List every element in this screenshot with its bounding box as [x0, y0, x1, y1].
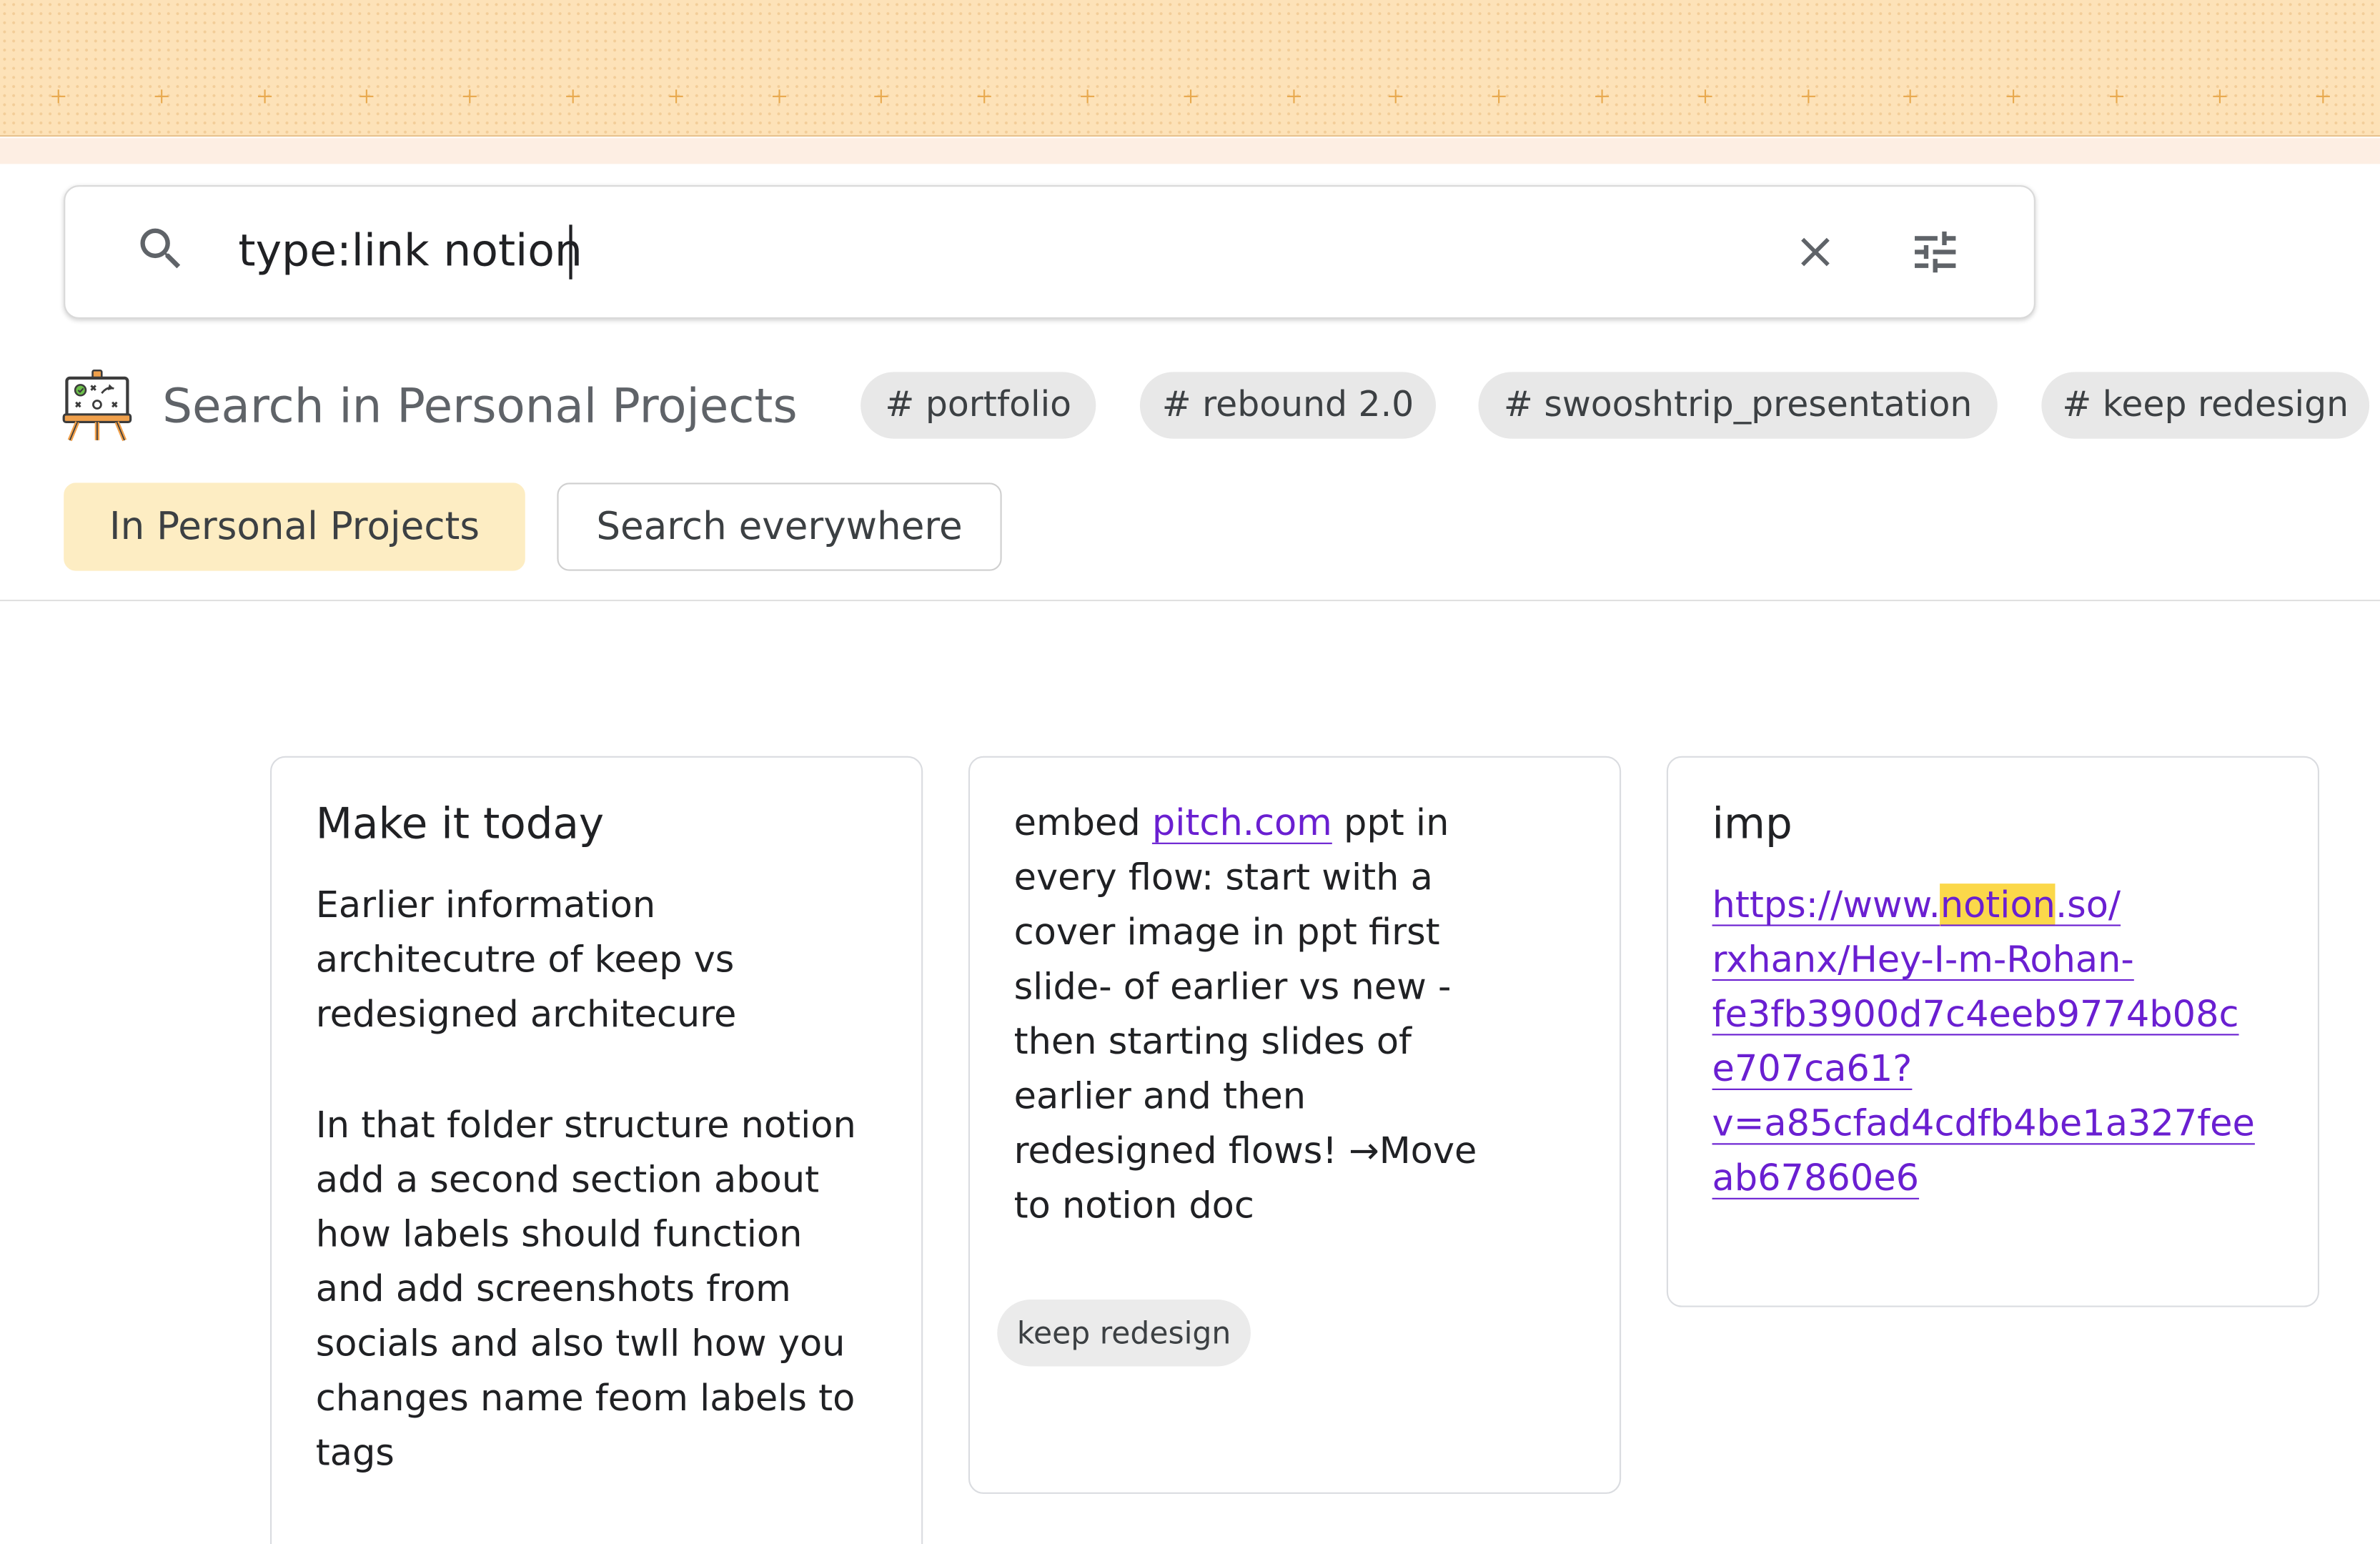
note-line: and add screenshots from: [315, 1267, 791, 1310]
banner-pattern-mark: [2212, 89, 2227, 104]
banner-pattern-mark: [1286, 89, 1301, 104]
note-line: then starting slides of: [1013, 1020, 1412, 1063]
note-blank-line: [316, 1041, 856, 1098]
section-divider: [0, 599, 2380, 602]
note-line: to notion doc: [1013, 1184, 1254, 1227]
search-everywhere-button[interactable]: Search everywhere: [557, 482, 1002, 571]
close-icon[interactable]: [1791, 228, 1840, 277]
banner-pattern-mark: [2109, 89, 2124, 104]
note-line: slide- of earlier vs new -: [1013, 965, 1452, 1009]
banner-pattern-mark: [1389, 89, 1404, 104]
in-personal-projects-button[interactable]: In Personal Projects: [64, 482, 525, 571]
note-line: earlier and then: [1013, 1074, 1306, 1118]
note-line: redesigned architecure: [315, 993, 737, 1036]
tag-chip-rebound[interactable]: # rebound 2.0: [1139, 372, 1437, 439]
note-line: tags: [315, 1431, 395, 1475]
url-line[interactable]: fe3fb3900d7c4eeb9774b08c: [1712, 987, 2255, 1041]
search-input[interactable]: type:link notion: [238, 217, 582, 284]
note-link-body[interactable]: https://www.notion.so/ rxhanx/Hey-I-m-Ro…: [1712, 878, 2255, 1206]
note-line: how labels should function: [315, 1212, 803, 1256]
banner-pattern-mark: [463, 89, 477, 104]
banner-pattern-mark: [2315, 89, 2330, 104]
pitch-link[interactable]: pitch.com: [1152, 801, 1332, 843]
banner-pattern-mark: [566, 89, 580, 104]
banner-pattern-mark: [1697, 89, 1712, 104]
banner-pattern-mark: [1492, 89, 1507, 104]
banner-pattern-mark: [154, 89, 169, 104]
note-text: embed: [1013, 801, 1152, 844]
banner-pattern-mark: [1800, 89, 1815, 104]
search-match-highlight: notion: [1940, 884, 2056, 926]
note-line: embed pitch.com ppt in: [1014, 796, 1477, 850]
tag-chip-portfolio[interactable]: # portfolio: [861, 372, 1096, 439]
note-line: Earlier information: [315, 884, 656, 926]
banner-pattern-mark: [1081, 89, 1095, 104]
note-line: cover image in ppt first: [1013, 911, 1440, 954]
banner-pattern-mark: [2006, 89, 2021, 104]
banner-pattern-mark: [360, 89, 375, 104]
url-line[interactable]: https://www.notion.so/: [1712, 878, 2255, 932]
note-title: imp: [1712, 798, 1793, 849]
tag-chip-swooshtrip[interactable]: # swooshtrip_presentation: [1478, 372, 1998, 439]
whiteboard-icon: [62, 369, 132, 442]
note-label-chip[interactable]: keep redesign: [997, 1300, 1251, 1367]
note-line: socials and also twll how you: [315, 1322, 846, 1365]
tune-icon[interactable]: [1906, 224, 1964, 279]
note-line: add a second section about: [315, 1158, 820, 1202]
url-line[interactable]: e707ca61?: [1712, 1041, 2255, 1096]
note-body: embed pitch.com ppt in every flow: start…: [1014, 796, 1477, 1233]
note-line: changes name feom labels to: [315, 1377, 856, 1420]
banner-pattern-mark: [51, 89, 66, 104]
banner-pattern-mark: [1595, 89, 1610, 104]
note-line: every flow: start with a: [1013, 856, 1433, 899]
banner-pattern-mark: [875, 89, 889, 104]
url-line[interactable]: rxhanx/Hey-I-m-Rohan-: [1712, 932, 2255, 986]
banner-pattern-mark: [1184, 89, 1198, 104]
search-icon[interactable]: [134, 222, 188, 276]
note-text: ppt in: [1332, 801, 1449, 844]
note-title: Make it today: [315, 798, 605, 849]
banner-pattern-mark: [669, 89, 683, 104]
banner-pattern-mark: [978, 89, 992, 104]
banner-divider: [0, 138, 2380, 164]
text-caret: [569, 224, 572, 279]
note-line: architecutre of keep vs: [315, 938, 735, 981]
banner-pattern-mark: [257, 89, 272, 104]
banner-pattern-mark: [1903, 89, 1918, 104]
header-banner: [0, 0, 2380, 137]
url-text: https://www.: [1712, 884, 1940, 926]
note-line: In that folder structure notion: [315, 1104, 856, 1147]
url-line[interactable]: ab67860e6: [1712, 1151, 2255, 1205]
tag-chip-keep-redesign[interactable]: # keep redesign: [2041, 372, 2370, 439]
scope-title: Search in Personal Projects: [162, 379, 798, 435]
note-line: redesigned flows! →Move: [1013, 1129, 1477, 1172]
banner-pattern-mark: [772, 89, 786, 104]
url-line[interactable]: v=a85cfad4cdfb4be1a327fee: [1712, 1096, 2255, 1150]
url-text: .so/: [2055, 884, 2121, 926]
note-body: Earlier information architecutre of keep…: [316, 878, 856, 1480]
